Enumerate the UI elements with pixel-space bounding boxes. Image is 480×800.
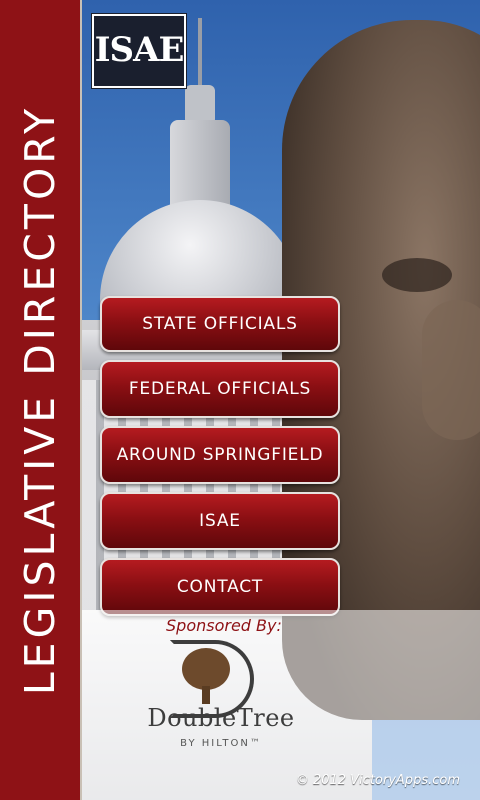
statue-nose [422,300,480,440]
contact-button[interactable]: CONTACT [100,558,340,616]
copyright-text: © 2012 VictoryApps.com [295,773,460,788]
sponsor-label: Sponsored By: [166,616,282,635]
main-menu: STATE OFFICIALS FEDERAL OFFICIALS AROUND… [100,296,340,624]
hero-area: ISAE STATE OFFICIALS FEDERAL OFFICIALS A… [82,0,480,800]
logo-text: ISAE [94,30,185,70]
sidebar: LEGISLATIVE DIRECTORY [0,0,82,800]
capitol-cupola [170,120,230,210]
capitol-spire [198,18,202,88]
sponsor-subtitle: BY HILTON™ [180,738,262,749]
app-title: LEGISLATIVE DIRECTORY [16,104,64,696]
statue-eye [382,258,452,292]
around-springfield-button[interactable]: AROUND SPRINGFIELD [100,426,340,484]
sponsor-name: DoubleTree [147,704,295,732]
tree-icon [182,648,230,690]
federal-officials-button[interactable]: FEDERAL OFFICIALS [100,360,340,418]
sponsor-panel: Sponsored By: DoubleTree BY HILTON™ [82,610,480,800]
state-officials-button[interactable]: STATE OFFICIALS [100,296,340,352]
isae-button[interactable]: ISAE [100,492,340,550]
tree-trunk-icon [202,686,210,704]
capitol-lantern [185,85,215,125]
isae-logo: ISAE [92,14,186,88]
